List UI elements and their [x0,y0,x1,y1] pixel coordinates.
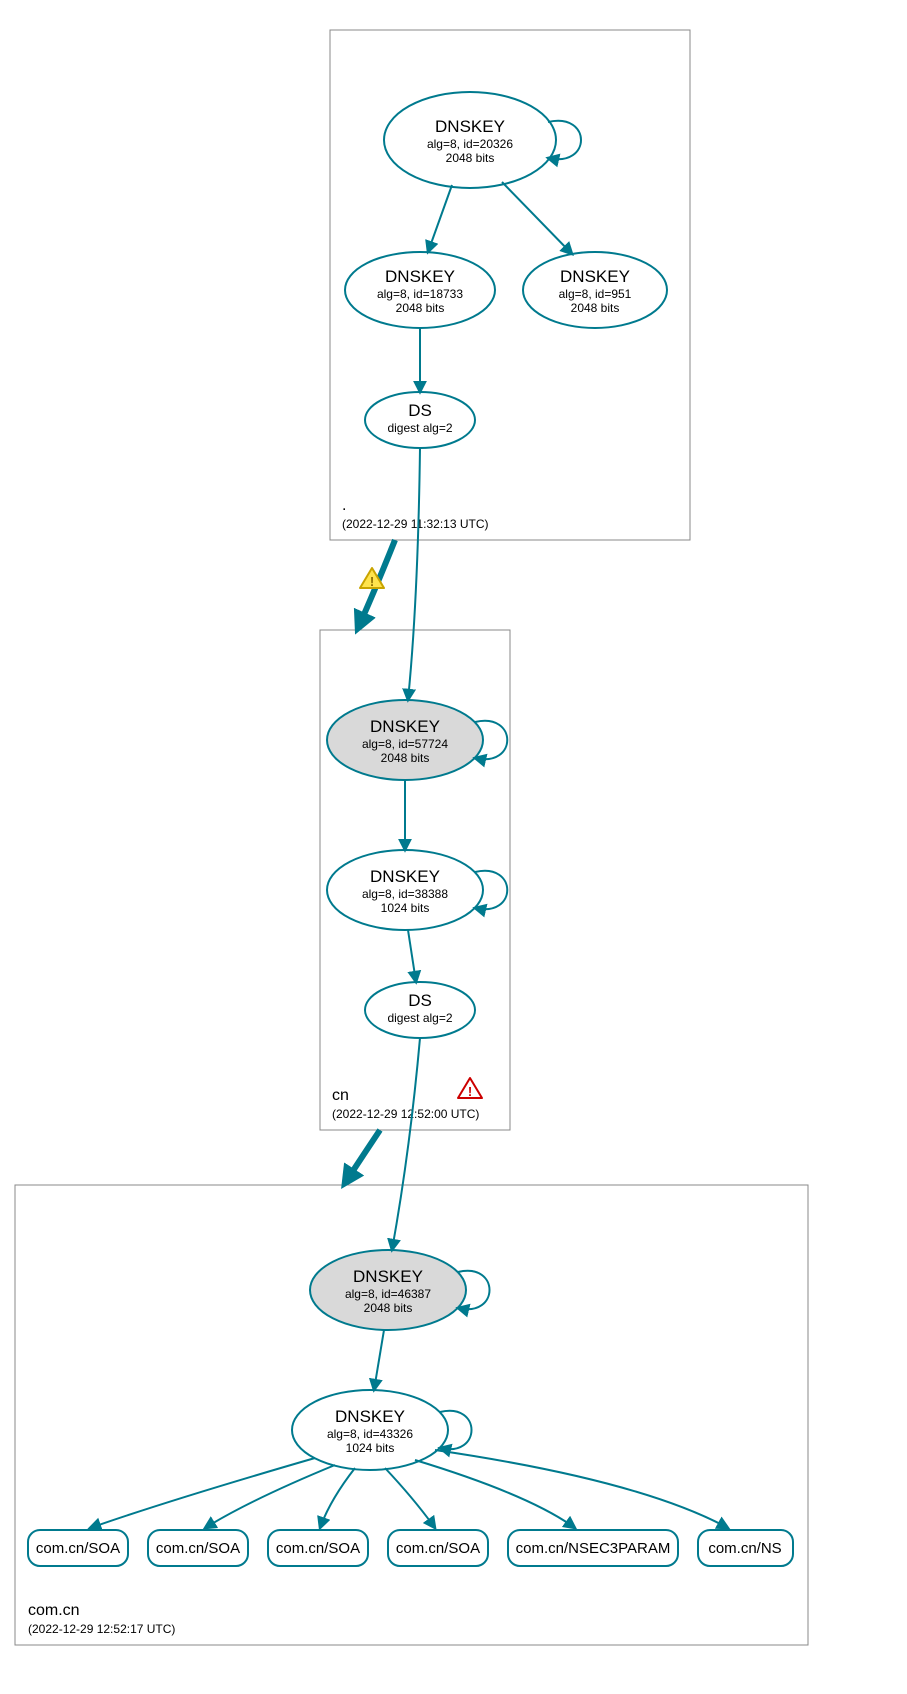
node-root-zsk1: DNSKEY alg=8, id=18733 2048 bits [345,252,495,328]
svg-text:2048 bits: 2048 bits [381,751,430,765]
zone-cn-label: cn [332,1087,349,1104]
svg-text:2048 bits: 2048 bits [364,1301,413,1315]
svg-text:com.cn/SOA: com.cn/SOA [156,1540,240,1557]
svg-text:!: ! [370,574,374,589]
svg-text:com.cn/SOA: com.cn/SOA [396,1540,480,1557]
node-comcn-zsk: DNSKEY alg=8, id=43326 1024 bits [292,1390,472,1470]
svg-text:DNSKEY: DNSKEY [370,717,440,736]
edge-comcnksk-comcnzsk [374,1330,384,1390]
zone-cn: cn (2022-12-29 12:52:00 UTC) DNSKEY alg=… [320,630,510,1130]
edge-cnds-comcnksk [392,1038,420,1250]
svg-text:DNSKEY: DNSKEY [385,267,455,286]
svg-text:DNSKEY: DNSKEY [370,867,440,886]
zone-comcn-timestamp: (2022-12-29 12:52:17 UTC) [28,1622,175,1636]
svg-text:com.cn/SOA: com.cn/SOA [276,1540,360,1557]
node-comcn-ksk: DNSKEY alg=8, id=46387 2048 bits [310,1250,490,1330]
dnssec-graph: . (2022-12-29 11:32:13 UTC) DNSKEY alg=8… [0,0,907,1694]
node-root-zsk2: DNSKEY alg=8, id=951 2048 bits [523,252,667,328]
svg-text:2048 bits: 2048 bits [446,151,495,165]
svg-text:digest alg=2: digest alg=2 [387,1011,452,1025]
svg-text:alg=8, id=20326: alg=8, id=20326 [427,137,513,151]
zone-root: . (2022-12-29 11:32:13 UTC) DNSKEY alg=8… [330,30,690,540]
svg-text:1024 bits: 1024 bits [381,901,430,915]
svg-text:DS: DS [408,991,432,1010]
rrset-row: com.cn/SOA com.cn/SOA com.cn/SOA com.cn/… [28,1530,793,1566]
svg-text:2048 bits: 2048 bits [396,301,445,315]
svg-text:alg=8, id=951: alg=8, id=951 [559,287,632,301]
svg-text:DNSKEY: DNSKEY [335,1407,405,1426]
svg-text:DNSKEY: DNSKEY [435,117,505,136]
zone-root-label: . [342,497,346,514]
svg-text:!: ! [468,1084,472,1099]
node-cn-zsk: DNSKEY alg=8, id=38388 1024 bits [327,850,507,930]
svg-text:com.cn/SOA: com.cn/SOA [36,1540,120,1557]
svg-text:com.cn/NS: com.cn/NS [708,1540,781,1557]
svg-text:alg=8, id=46387: alg=8, id=46387 [345,1287,431,1301]
edge-rootds-cnksk [408,448,420,700]
zone-cn-timestamp: (2022-12-29 12:52:00 UTC) [332,1107,479,1121]
warning-icon-red: ! [458,1078,482,1099]
edge-cnzsk-cnds [408,930,416,982]
edge-rootksk-zsk2 [502,182,572,254]
zone-comcn: com.cn (2022-12-29 12:52:17 UTC) DNSKEY … [15,1185,808,1645]
svg-text:DNSKEY: DNSKEY [560,267,630,286]
svg-text:2048 bits: 2048 bits [571,301,620,315]
node-cn-ds: DS digest alg=2 [365,982,475,1038]
svg-text:alg=8, id=43326: alg=8, id=43326 [327,1427,413,1441]
zone-root-timestamp: (2022-12-29 11:32:13 UTC) [342,517,489,531]
edge-deleg-cn-comcn [345,1130,380,1183]
svg-text:digest alg=2: digest alg=2 [387,421,452,435]
svg-text:1024 bits: 1024 bits [346,1441,395,1455]
svg-text:alg=8, id=18733: alg=8, id=18733 [377,287,463,301]
node-cn-ksk: DNSKEY alg=8, id=57724 2048 bits [327,700,507,780]
node-root-ds: DS digest alg=2 [365,392,475,448]
svg-text:DNSKEY: DNSKEY [353,1267,423,1286]
svg-text:DS: DS [408,401,432,420]
zone-comcn-label: com.cn [28,1602,80,1619]
edge-rootksk-zsk1 [428,185,452,252]
svg-text:alg=8, id=57724: alg=8, id=57724 [362,737,448,751]
svg-text:com.cn/NSEC3PARAM: com.cn/NSEC3PARAM [516,1540,671,1557]
node-root-ksk: DNSKEY alg=8, id=20326 2048 bits [384,92,581,188]
svg-text:alg=8, id=38388: alg=8, id=38388 [362,887,448,901]
